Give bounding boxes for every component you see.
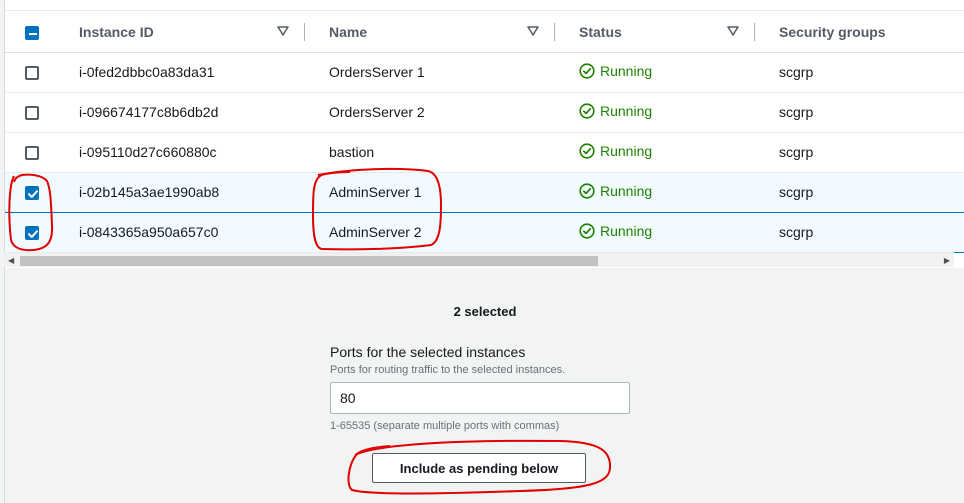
column-header-name[interactable]: Name <box>305 12 555 53</box>
select-all-cell <box>5 12 55 53</box>
instance-id-cell: i-0843365a950a657c0 <box>55 211 305 253</box>
row-checkbox[interactable] <box>25 66 39 81</box>
status-indicator: Running <box>579 183 652 199</box>
status-indicator: Running <box>579 63 652 79</box>
scroll-left-arrow-icon[interactable]: ◀ <box>8 256 14 265</box>
column-header-label: Instance ID <box>79 23 154 40</box>
check-circle-icon <box>579 102 595 119</box>
security-group-cell: scgrp <box>755 171 964 213</box>
instance-id-cell: i-02b145a3ae1990ab8 <box>55 171 305 213</box>
instances-table-container: Instance ID Name Status Security groups <box>4 0 964 268</box>
ports-input[interactable] <box>330 382 630 414</box>
row-checkbox[interactable] <box>25 146 39 161</box>
instance-name-cell: bastion <box>305 132 555 173</box>
row-checkbox[interactable] <box>25 226 39 241</box>
check-circle-icon <box>579 182 595 199</box>
scrollbar-thumb[interactable] <box>20 256 598 266</box>
sort-caret-icon[interactable] <box>527 25 539 37</box>
ports-label: Ports for the selected instances <box>330 344 526 360</box>
status-cell: Running <box>555 92 755 133</box>
security-group-cell: scgrp <box>755 211 964 253</box>
column-header-label: Name <box>329 23 368 40</box>
table-top-border <box>5 10 964 11</box>
status-cell: Running <box>555 171 755 213</box>
security-group-cell: scgrp <box>755 132 964 173</box>
column-header-label: Security groups <box>779 23 886 40</box>
status-label: Running <box>600 222 653 239</box>
instance-name-cell: AdminServer 2 <box>305 211 555 253</box>
check-circle-icon <box>579 62 595 79</box>
selected-count: 2 selected <box>453 304 517 319</box>
select-all-checkbox[interactable] <box>25 25 39 40</box>
column-header-label: Status <box>579 23 622 40</box>
table-row-selected[interactable]: i-02b145a3ae1990ab8 AdminServer 1 Runnin… <box>5 171 964 213</box>
column-header-instance-id[interactable]: Instance ID <box>55 12 305 53</box>
status-label: Running <box>600 102 653 119</box>
table-header-row: Instance ID Name Status Security groups <box>5 12 964 53</box>
instance-id-cell: i-0fed2dbbc0a83da31 <box>55 52 305 93</box>
row-checkbox[interactable] <box>25 106 39 121</box>
column-header-status[interactable]: Status <box>555 12 755 53</box>
security-group-cell: scgrp <box>755 92 964 133</box>
status-cell: Running <box>555 52 755 93</box>
table-row[interactable]: i-0fed2dbbc0a83da31 OrdersServer 1 Runni… <box>5 52 964 93</box>
security-group-cell: scgrp <box>755 52 964 93</box>
include-as-pending-button[interactable]: Include as pending below <box>372 453 586 483</box>
column-header-security-groups[interactable]: Security groups <box>755 12 964 53</box>
instance-id-cell: i-096674177c8b6db2d <box>55 92 305 133</box>
status-indicator: Running <box>579 223 652 239</box>
instance-id-cell: i-095110d27c660880c <box>55 132 305 173</box>
check-circle-icon <box>579 222 595 239</box>
selected-instances-panel: 2 selected Ports for the selected instan… <box>4 268 964 503</box>
check-circle-icon <box>579 142 595 159</box>
status-label: Running <box>600 182 653 199</box>
row-checkbox[interactable] <box>25 186 39 201</box>
instance-name-cell: OrdersServer 2 <box>305 92 555 133</box>
status-label: Running <box>600 142 653 159</box>
instance-name-cell: AdminServer 1 <box>305 171 555 213</box>
horizontal-scrollbar[interactable]: ◀ ▶ <box>4 252 954 267</box>
instances-table: Instance ID Name Status Security groups <box>5 12 964 253</box>
sort-caret-icon[interactable] <box>727 25 739 37</box>
status-indicator: Running <box>579 143 652 159</box>
status-indicator: Running <box>579 103 652 119</box>
table-row[interactable]: i-096674177c8b6db2d OrdersServer 2 Runni… <box>5 92 964 133</box>
instance-name-cell: OrdersServer 1 <box>305 52 555 93</box>
status-label: Running <box>600 62 653 79</box>
ports-description: Ports for routing traffic to the selecte… <box>330 364 566 376</box>
scroll-right-arrow-icon[interactable]: ▶ <box>944 256 950 265</box>
status-cell: Running <box>555 211 755 253</box>
sort-caret-icon[interactable] <box>277 25 289 37</box>
ports-constraint-hint: 1-65535 (separate multiple ports with co… <box>330 420 560 432</box>
table-row[interactable]: i-095110d27c660880c bastion Running scgr… <box>5 132 964 173</box>
table-row-selected[interactable]: i-0843365a950a657c0 AdminServer 2 Runnin… <box>5 211 964 253</box>
status-cell: Running <box>555 132 755 173</box>
